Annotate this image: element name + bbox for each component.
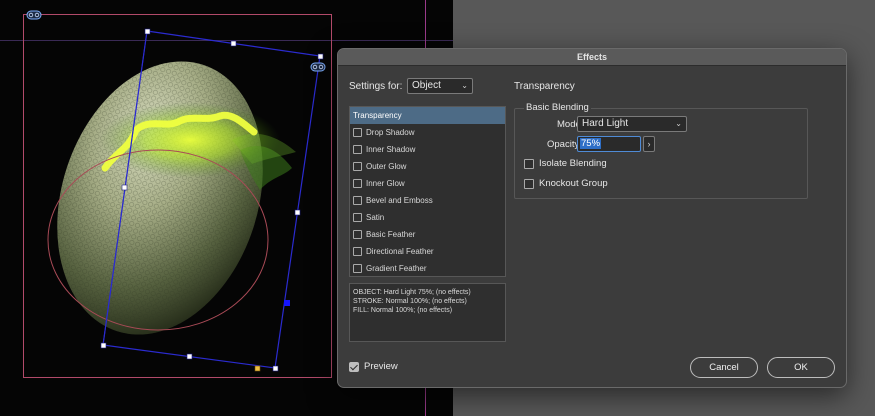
opacity-stepper-button[interactable]: › xyxy=(643,136,655,152)
effect-checkbox[interactable] xyxy=(353,247,362,256)
group-title: Basic Blending xyxy=(524,102,591,113)
effect-checkbox[interactable] xyxy=(353,230,362,239)
mode-value: Hard Light xyxy=(582,118,629,129)
selection-handle[interactable] xyxy=(294,209,301,216)
summary-line: OBJECT: Hard Light 75%; (no effects) xyxy=(353,289,471,296)
effect-item-gradient-feather[interactable]: Gradient Feather xyxy=(350,260,505,277)
selection-handle[interactable] xyxy=(272,365,279,372)
cancel-button[interactable]: Cancel xyxy=(690,357,758,378)
selection-handle[interactable] xyxy=(121,184,128,191)
ok-button[interactable]: OK xyxy=(767,357,835,378)
knockout-group-label: Knockout Group xyxy=(539,178,608,189)
effect-item-inner-shadow[interactable]: Inner Shadow xyxy=(350,141,505,158)
settings-for-select[interactable]: Object ⌄ xyxy=(407,78,473,94)
opacity-input[interactable]: 75% xyxy=(577,136,641,152)
effect-item-transparency[interactable]: Transparency xyxy=(350,107,505,124)
effect-label: Satin xyxy=(366,213,385,222)
settings-for-label: Settings for: xyxy=(349,81,403,92)
chevron-right-icon: › xyxy=(647,139,651,149)
panel-title: Transparency xyxy=(514,81,575,92)
anchor-point[interactable] xyxy=(254,365,261,372)
effect-checkbox[interactable] xyxy=(353,264,362,273)
basic-blending-group: Basic Blending Mode: Hard Light ⌄ Opacit… xyxy=(514,102,808,199)
effect-checkbox[interactable] xyxy=(353,213,362,222)
preview-checkbox[interactable] xyxy=(349,361,359,372)
selection-handle[interactable] xyxy=(144,28,151,35)
effect-checkbox[interactable] xyxy=(353,145,362,154)
effects-summary: OBJECT: Hard Light 75%; (no effects) STRO… xyxy=(349,283,506,342)
link-icon[interactable] xyxy=(310,62,326,72)
effect-item-basic-feather[interactable]: Basic Feather xyxy=(350,226,505,243)
effect-label: Transparency xyxy=(353,111,402,120)
isolate-blending-option[interactable]: Isolate Blending xyxy=(524,158,607,169)
summary-line: STROKE: Normal 100%; (no effects) xyxy=(353,298,467,305)
selection-handle[interactable] xyxy=(100,342,107,349)
effect-label: Outer Glow xyxy=(366,162,407,171)
settings-for-value: Object xyxy=(412,80,441,91)
selection-handle[interactable] xyxy=(317,53,324,60)
effect-item-outer-glow[interactable]: Outer Glow xyxy=(350,158,505,175)
summary-line: FILL: Normal 100%; (no effects) xyxy=(353,307,453,314)
effects-dialog: Effects Settings for: Object ⌄ Transpare… xyxy=(337,48,847,388)
effect-label: Basic Feather xyxy=(366,230,416,239)
effect-checkbox[interactable] xyxy=(353,196,362,205)
effect-label: Directional Feather xyxy=(366,247,434,256)
opacity-value: 75% xyxy=(580,138,602,149)
effect-item-bevel-and-emboss[interactable]: Bevel and Emboss xyxy=(350,192,505,209)
dialog-title: Effects xyxy=(338,49,846,66)
effect-label: Inner Shadow xyxy=(366,145,416,154)
mode-select[interactable]: Hard Light ⌄ xyxy=(577,116,687,132)
preview-label: Preview xyxy=(364,361,398,372)
chevron-down-icon: ⌄ xyxy=(461,81,468,90)
effect-label: Drop Shadow xyxy=(366,128,415,137)
content-grabber[interactable] xyxy=(284,300,290,306)
effect-item-drop-shadow[interactable]: Drop Shadow xyxy=(350,124,505,141)
effects-list[interactable]: Transparency Drop Shadow Inner Shadow Outer… xyxy=(349,106,506,277)
effect-checkbox[interactable] xyxy=(353,179,362,188)
effect-checkbox[interactable] xyxy=(353,162,362,171)
chevron-down-icon: ⌄ xyxy=(675,119,682,128)
preview-toggle[interactable]: Preview xyxy=(349,361,398,372)
effect-label: Gradient Feather xyxy=(366,264,427,273)
effect-item-satin[interactable]: Satin xyxy=(350,209,505,226)
selection-handle[interactable] xyxy=(230,40,237,47)
effect-label: Inner Glow xyxy=(366,179,405,188)
effect-label: Bevel and Emboss xyxy=(366,196,433,205)
knockout-group-option[interactable]: Knockout Group xyxy=(524,178,608,189)
effect-item-inner-glow[interactable]: Inner Glow xyxy=(350,175,505,192)
selection-handle[interactable] xyxy=(186,353,193,360)
isolate-blending-label: Isolate Blending xyxy=(539,158,607,169)
link-icon[interactable] xyxy=(26,10,42,20)
effect-item-directional-feather[interactable]: Directional Feather xyxy=(350,243,505,260)
knockout-group-checkbox[interactable] xyxy=(524,178,534,189)
effect-checkbox[interactable] xyxy=(353,128,362,137)
isolate-blending-checkbox[interactable] xyxy=(524,158,534,169)
